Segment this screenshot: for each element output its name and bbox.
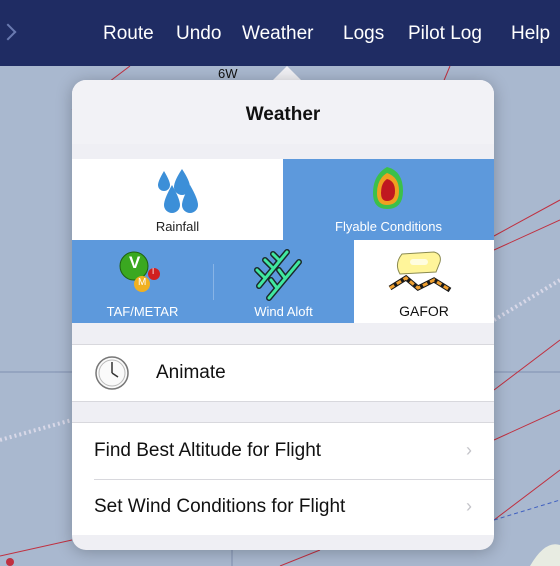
taf-v-label: V [129,253,141,272]
menu-item-logs[interactable]: Logs [343,23,384,45]
animate-row[interactable]: Animate [72,344,494,402]
gafor-icon [388,251,452,293]
taf-i-label: I [152,267,155,276]
menu-bar: Route Undo Weather Logs Pilot Log Help [0,0,560,66]
menu-item-undo[interactable]: Undo [176,23,221,45]
tile-rainfall-label: Rainfall [155,219,200,234]
set-wind-conditions-label: Set Wind Conditions for Flight [94,496,346,517]
tile-gafor-label: GAFOR [399,303,449,319]
back-icon[interactable] [0,23,17,41]
tile-flyable-conditions[interactable]: Flyable Conditions [283,159,494,240]
tile-divider [213,264,214,300]
tile-flyable-label: Flyable Conditions [335,219,442,234]
taf-m-label: M [138,277,147,288]
weather-layer-grid: Rainfall Flyable Conditions V M I TAF/ME… [72,159,494,323]
tile-wind-aloft[interactable]: Wind Aloft [213,240,354,323]
raindrops-icon [158,169,198,213]
tile-rainfall[interactable]: Rainfall [72,159,283,240]
tile-gafor[interactable]: GAFOR [354,240,494,323]
chevron-right-icon: › [466,496,472,516]
map-grid-label: 6W [218,66,238,81]
weather-popover: Weather Rainfall Flyable Conditions V M … [72,80,494,550]
popover-arrow [273,66,301,80]
tile-wind-aloft-label: Wind Aloft [254,304,313,319]
popover-header: Weather [72,80,494,144]
flyable-conditions-icon [373,167,403,209]
animate-label: Animate [156,362,226,383]
taf-metar-icon [119,251,160,292]
menu-item-route[interactable]: Route [103,23,154,45]
popover-title: Weather [245,104,321,125]
tile-taf-label: TAF/METAR [106,304,179,319]
clock-icon [95,356,129,390]
flight-options-list: Find Best Altitude for Flight › Set Wind… [72,422,494,535]
wind-barb-icon [254,249,302,301]
find-best-altitude-row[interactable]: Find Best Altitude for Flight › [72,423,494,479]
find-best-altitude-label: Find Best Altitude for Flight [94,440,322,461]
menu-item-pilot-log[interactable]: Pilot Log [408,23,482,45]
chevron-right-icon: › [466,440,472,460]
tile-taf-metar[interactable]: V M I TAF/METAR [72,240,213,323]
set-wind-conditions-row[interactable]: Set Wind Conditions for Flight › [72,480,494,535]
menu-item-help[interactable]: Help [511,23,550,45]
menu-item-weather[interactable]: Weather [242,23,313,45]
